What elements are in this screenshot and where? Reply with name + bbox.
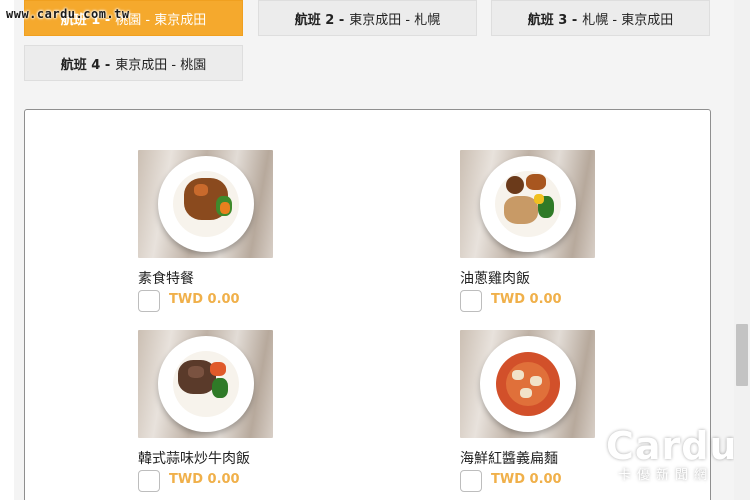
meal-item-vegetarian: 素食特餐 TWD 0.00 [138, 150, 308, 312]
meal-item-scallion-chicken-rice: 油蔥雞肉飯 TWD 0.00 [460, 150, 630, 312]
left-margin [0, 0, 14, 500]
tab-flight-2-number: 航班 2 - [294, 12, 345, 28]
meal-name: 韓式蒜味炒牛肉飯 [138, 451, 250, 467]
page: 航班 1 - 桃園 - 東京成田 航班 2 - 東京成田 - 札幌 航班 3 -… [0, 0, 750, 500]
meal-price: TWD 0.00 [491, 472, 562, 487]
tab-flight-2[interactable]: 航班 2 - 東京成田 - 札幌 [258, 0, 477, 36]
tab-flight-3[interactable]: 航班 3 - 札幌 - 東京成田 [491, 0, 710, 36]
meal-name: 素食特餐 [138, 271, 194, 287]
source-watermark: www.cardu.com.tw [6, 7, 130, 21]
tab-flight-4-route: 東京成田 - 桃園 [115, 57, 207, 73]
meal-price: TWD 0.00 [169, 472, 240, 487]
meal-name: 油蔥雞肉飯 [460, 271, 530, 287]
meal-photo [460, 150, 595, 258]
brand-logo: Cardu 卡優新聞網 [606, 424, 738, 494]
scrollbar-thumb[interactable] [736, 324, 748, 386]
tab-flight-2-route: 東京成田 - 札幌 [349, 12, 441, 28]
brand-logo-text: Cardu [606, 424, 738, 468]
meal-photo [138, 150, 273, 258]
meal-checkbox[interactable] [460, 290, 482, 312]
meal-name: 海鮮紅醬義扁麵 [460, 451, 558, 467]
meal-checkbox[interactable] [460, 470, 482, 492]
meal-checkbox[interactable] [138, 470, 160, 492]
meal-item-korean-garlic-beef-rice: 韓式蒜味炒牛肉飯 TWD 0.00 [138, 330, 308, 492]
meal-photo [460, 330, 595, 438]
meal-price: TWD 0.00 [491, 292, 562, 307]
tab-flight-3-route: 札幌 - 東京成田 [582, 12, 674, 28]
tab-flight-3-number: 航班 3 - [527, 12, 578, 28]
tab-flight-4-number: 航班 4 - [60, 57, 111, 73]
meal-price: TWD 0.00 [169, 292, 240, 307]
scrollbar-track[interactable] [734, 0, 750, 500]
meal-item-seafood-linguine: 海鮮紅醬義扁麵 TWD 0.00 [460, 330, 630, 492]
meal-photo [138, 330, 273, 438]
tab-flight-4[interactable]: 航班 4 - 東京成田 - 桃園 [24, 45, 243, 81]
meal-checkbox[interactable] [138, 290, 160, 312]
